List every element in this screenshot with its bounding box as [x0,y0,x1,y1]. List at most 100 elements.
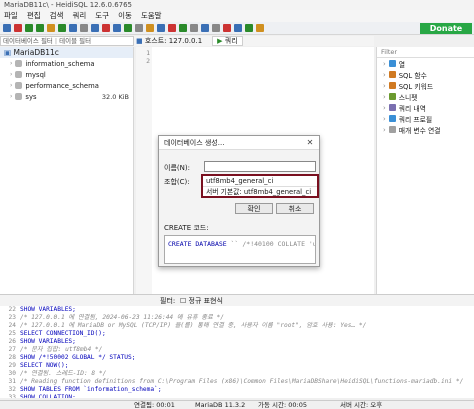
menu-tools[interactable]: 도구 [95,10,109,22]
tab-host[interactable]: ■ 호스트: 127.0.0.1 [136,36,202,46]
expand-arrow-icon[interactable]: › [10,82,12,89]
expand-arrow-icon[interactable]: › [383,60,386,68]
expand-arrow-icon[interactable]: › [383,126,386,134]
log-line-text: /* 127.0.0.1 에 연결됨, 2024-06-23 11:26:44 … [20,314,224,321]
line-number-gutter: 1 2 [136,47,152,294]
cancel-button[interactable]: 취소 [276,203,314,214]
line-number: 2 [146,57,150,65]
toolbar-button-icon[interactable] [69,24,77,32]
log-line-text: SHOW VARIABLES; [20,306,76,313]
sql-keyword: CREATE DATABASE [168,240,227,248]
toolbar-button-icon[interactable] [124,24,132,32]
log-line-text: SHOW /*!50002 GLOBAL */ STATUS; [20,354,136,361]
collation-default-option[interactable]: 서버 기본값: utf8mb4_general_ci [203,186,317,196]
server-icon: ▣ [4,48,12,57]
donate-button[interactable]: Donate [420,23,472,34]
helper-item-icon [388,82,396,89]
tree-item-database[interactable]: › information_schema [0,58,133,69]
menu-help[interactable]: 도움말 [141,10,162,22]
toolbar-button-icon[interactable] [113,24,121,32]
toolbar-button-icon[interactable] [179,24,187,32]
helper-item-icon [388,71,396,78]
line-number: 1 [146,49,150,57]
toolbar-button-icon[interactable] [14,24,22,32]
status-uptime: 가동 시간: 00:05 [258,401,307,409]
helper-item-label: 매개 변수 연결 [398,126,441,135]
log-line: 26 SHOW VARIABLES; [0,338,474,346]
toolbar-button-icon[interactable] [201,24,209,32]
toolbar-button-icon[interactable] [102,24,110,32]
helper-item[interactable]: › 열 [377,58,474,69]
menu-query[interactable]: 쿼리 [72,10,86,22]
toolbar-button-icon[interactable] [58,24,66,32]
window-title: MariaDB11c\ - HeidiSQL 12.6.0.6765 [0,0,474,10]
helper-item[interactable]: › 스니펫 [377,91,474,102]
helper-item[interactable]: › 쿼리 프로필 [377,113,474,124]
database-filter-input[interactable]: 데이터베이스 필터 [3,37,53,45]
toolbar-button-icon[interactable] [190,24,198,32]
helper-item-label: SQL 키워드 [398,82,434,91]
toolbar-button-icon[interactable] [135,24,143,32]
expand-arrow-icon[interactable]: › [383,115,386,123]
helper-item-icon [388,104,396,111]
tab-query[interactable]: ▶ 쿼리 [212,36,243,46]
menu-search[interactable]: 검색 [50,10,64,22]
menu-go[interactable]: 이동 [118,10,132,22]
toolbar-button-icon[interactable] [168,24,176,32]
expand-arrow-icon[interactable]: › [383,71,386,79]
sql-log[interactable]: 22 SHOW VARIABLES; 23 /* 127.0.0.1 에 연결됨, 2… [0,306,474,398]
tree-item-database[interactable]: › sys 32.0 KiB [0,91,133,102]
helper-item[interactable]: › 쿼리 내역 [377,102,474,113]
database-icon [15,82,23,89]
expand-arrow-icon[interactable]: › [10,93,12,100]
toolbar-button-icon[interactable] [36,24,44,32]
collation-value[interactable]: utf8mb4_general_ci [203,176,317,186]
expand-arrow-icon[interactable]: › [383,93,386,101]
collation-dropdown[interactable]: utf8mb4_general_ci 서버 기본값: utf8mb4_gener… [201,174,319,198]
dialog-title: 데이터베이스 생성... [159,136,319,150]
helper-filter-input[interactable]: Filter [377,47,474,58]
log-line: 22 SHOW VARIABLES; [0,306,474,314]
expand-arrow-icon[interactable]: › [10,71,12,78]
session-node[interactable]: ▣ MariaDB11c [0,47,133,58]
main-toolbar [0,22,474,35]
menu-edit[interactable]: 편집 [27,10,41,22]
expand-arrow-icon[interactable]: › [383,104,386,112]
toolbar-button-icon[interactable] [212,24,220,32]
close-icon[interactable]: ✕ [305,138,315,148]
helper-item-label: 쿼리 내역 [398,104,426,113]
log-line-number: 25 [8,330,16,337]
helper-panel: Filter › 열 › SQL 함수 › SQL 키워드 › 스니펫 › 쿼리 내역 › 쿼리 프로… [376,47,474,294]
helper-item[interactable]: › SQL 함수 [377,69,474,80]
table-filter-input[interactable]: 테이블 필터 [59,37,91,45]
toolbar-button-icon[interactable] [245,24,253,32]
toolbar-button-icon[interactable] [256,24,264,32]
tree-item-database[interactable]: › mysql [0,69,133,80]
tree-item-database[interactable]: › performance_schema [0,80,133,91]
database-name-input[interactable] [204,161,316,172]
database-icon [15,60,23,67]
helper-item[interactable]: › SQL 키워드 [377,80,474,91]
toolbar-button-icon[interactable] [91,24,99,32]
log-line: 29 SELECT NOW(); [0,362,474,370]
toolbar-button-icon[interactable] [223,24,231,32]
toolbar-button-icon[interactable] [80,24,88,32]
menu-file[interactable]: 파일 [4,10,18,22]
toolbar-button-icon[interactable] [234,24,242,32]
toolbar-button-icon[interactable] [146,24,154,32]
helper-item-label: SQL 함수 [398,71,427,80]
play-icon: ▶ [217,37,223,45]
toolbar-button-icon[interactable] [25,24,33,32]
expand-arrow-icon[interactable]: › [10,60,12,67]
helper-item[interactable]: › 매개 변수 연결 [377,124,474,135]
toolbar-button-icon[interactable] [47,24,55,32]
toolbar-button-icon[interactable] [157,24,165,32]
expand-arrow-icon[interactable]: › [383,82,386,90]
helper-item-icon [388,93,396,100]
log-line: 27 /* 문자 집합: utf8mb4 */ [0,346,474,354]
toolbar-button-icon[interactable] [3,24,11,32]
status-server-time: 서버 시간: 오후 [340,401,383,409]
create-code-preview[interactable]: CREATE DATABASE `` /*!40100 COLLATE 'utf… [164,235,316,264]
ok-button[interactable]: 확인 [235,203,273,214]
sql-rest: `` /*!40100 COLLATE 'utf8m [230,240,315,248]
